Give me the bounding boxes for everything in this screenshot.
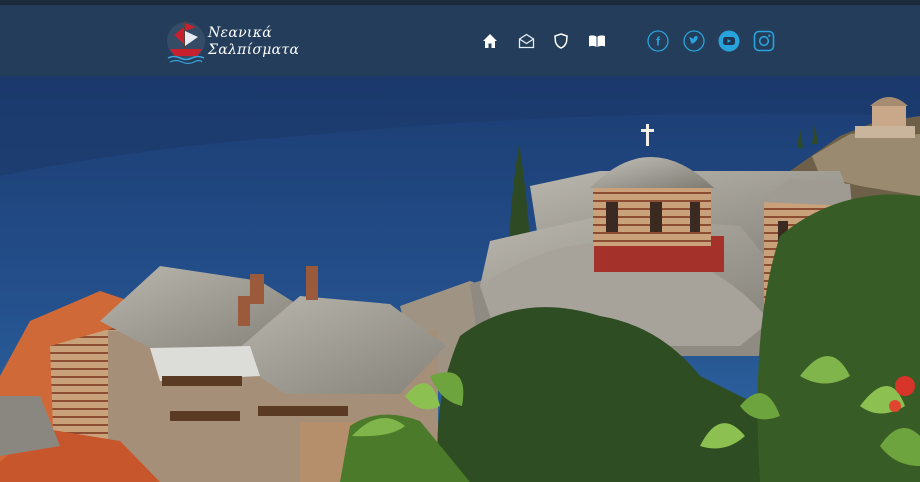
monastery-photo <box>0 76 920 482</box>
social-instagram[interactable] <box>753 30 775 52</box>
nav-shield[interactable] <box>551 31 571 51</box>
social-youtube[interactable] <box>718 30 740 52</box>
brand-line1: Νεανικά <box>208 25 272 41</box>
shield-icon <box>554 33 568 49</box>
facebook-icon: f <box>647 30 669 52</box>
nav-contact[interactable] <box>516 31 536 51</box>
nav-home[interactable] <box>480 31 500 51</box>
facebook-glyph: f <box>656 35 661 49</box>
instagram-icon <box>753 30 775 52</box>
social-twitter[interactable] <box>683 30 705 52</box>
site-brand[interactable]: Νεανικά Σαλπίσματα <box>208 25 299 59</box>
home-icon <box>483 34 497 48</box>
book-icon <box>589 35 605 47</box>
nav-book[interactable] <box>587 31 607 51</box>
ship-logo-icon <box>167 21 205 65</box>
social-facebook[interactable]: f <box>647 30 669 52</box>
twitter-icon <box>683 30 705 52</box>
site-header: Νεανικά Σαλπίσματα f <box>0 5 920 76</box>
hero-image <box>0 76 920 482</box>
brand-line2: Σαλπίσματα <box>208 42 300 58</box>
envelope-icon <box>518 33 534 49</box>
youtube-icon <box>718 30 740 52</box>
